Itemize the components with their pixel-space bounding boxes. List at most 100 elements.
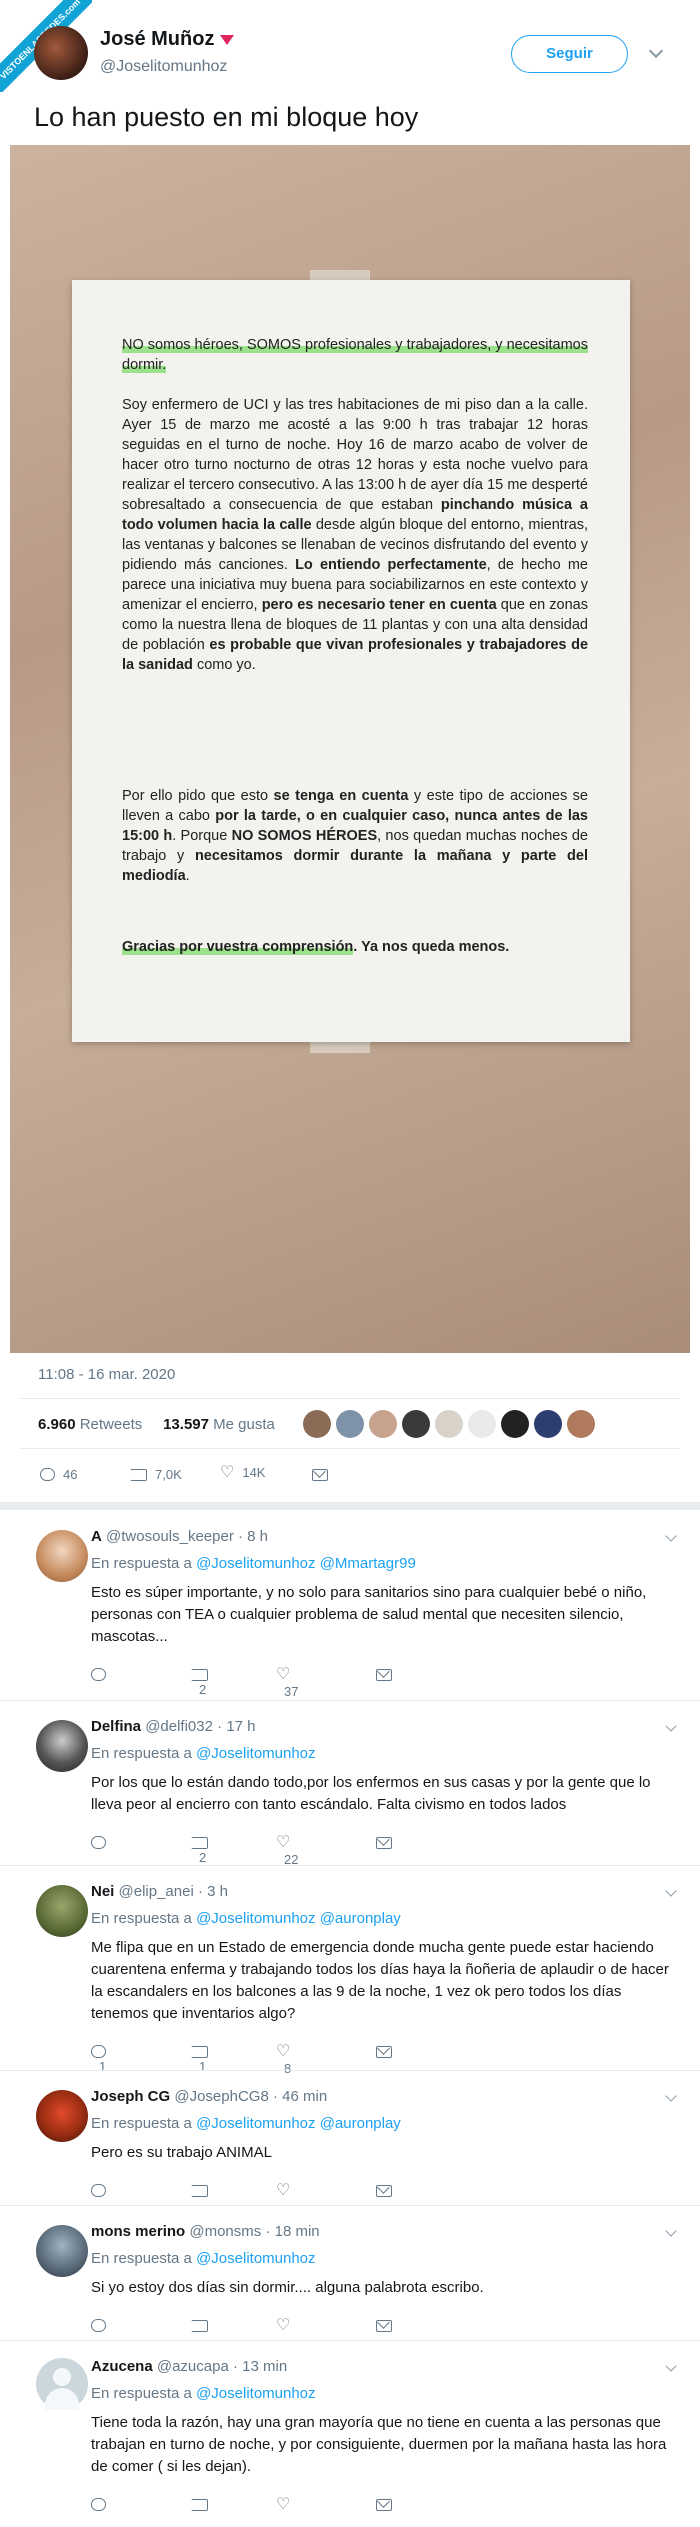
mention-link[interactable]: @Joselitomunhoz @auronplay — [196, 1910, 401, 1927]
retweet-icon[interactable] — [191, 2182, 208, 2197]
reply-to: En respuesta a @Joselitomunhoz @Mmartagr… — [91, 1555, 416, 1572]
heart-icon[interactable]: ♡22 — [276, 1834, 298, 1867]
avatar[interactable] — [36, 1720, 88, 1772]
letter-p3: Por ello pido que esto se tenga en cuent… — [122, 788, 588, 884]
avatar[interactable] — [534, 1410, 562, 1438]
heart-icon[interactable]: ♡ — [276, 2317, 290, 2334]
heart-icon: ♡ — [220, 1463, 235, 1481]
author-handle[interactable]: @Joselitomunhoz — [100, 58, 227, 76]
avatar[interactable] — [336, 1410, 364, 1438]
heart-icon[interactable]: ♡ — [276, 2496, 290, 2513]
reply-author[interactable]: mons merino @monsms · 18 min — [91, 2223, 320, 2240]
letter-p2: Soy enfermero de UCI y las tres habitaci… — [122, 397, 589, 673]
reply-icon[interactable] — [91, 2182, 106, 2198]
reply-text: Por los que lo están dando todo,por los … — [91, 1774, 651, 1813]
mention-link[interactable]: @Joselitomunhoz — [196, 2385, 315, 2402]
chevron-down-icon[interactable] — [665, 1885, 677, 1897]
retweet-icon — [130, 1468, 147, 1481]
reply-icon[interactable] — [91, 2496, 106, 2512]
tweet-photo[interactable]: NO somos héroes, SOMOS profesionales y t… — [10, 145, 690, 1353]
reply-text: Tiene toda la razón, hay una gran mayorí… — [91, 2414, 667, 2475]
letter-p1: NO somos héroes, SOMOS profesionales y t… — [122, 337, 588, 373]
default-avatar-head — [53, 2368, 71, 2386]
heart-icon[interactable]: ♡ — [276, 2182, 290, 2199]
reply-author[interactable]: Joseph CG @JosephCG8 · 46 min — [91, 2088, 327, 2105]
mail-icon[interactable] — [376, 2043, 392, 2058]
section-divider — [0, 1502, 700, 1510]
avatar[interactable] — [36, 2225, 88, 2277]
avatar[interactable] — [36, 1530, 88, 1582]
dm-action[interactable] — [312, 1466, 328, 1481]
reply-icon[interactable] — [91, 1834, 106, 1864]
retweet-icon[interactable]: 2 — [191, 1666, 208, 1697]
mention-link[interactable]: @Joselitomunhoz @Mmartagr99 — [196, 1555, 416, 1572]
avatar[interactable] — [435, 1410, 463, 1438]
heart-icon[interactable]: ♡37 — [276, 1666, 298, 1699]
follow-button[interactable]: Seguir — [511, 35, 628, 73]
reply-icon[interactable] — [91, 1666, 106, 1696]
mention-link[interactable]: @Joselitomunhoz — [196, 2250, 315, 2267]
chevron-down-icon[interactable] — [648, 43, 664, 59]
tweet-header: VISTOENLASREDES.com José Muñoz @Joselito… — [0, 0, 700, 95]
reply-icon — [40, 1468, 55, 1482]
divider — [0, 1700, 700, 1701]
tweet-stats: 6.960 Retweets 13.597 Me gusta — [38, 1416, 275, 1433]
avatar[interactable] — [36, 2090, 88, 2142]
avatar[interactable] — [34, 26, 88, 80]
tweet-timestamp[interactable]: 11:08 - 16 mar. 2020 — [38, 1366, 175, 1383]
divider — [20, 1448, 680, 1449]
author-name[interactable]: José Muñoz — [100, 28, 235, 51]
divider — [0, 2070, 700, 2071]
reply-author[interactable]: Azucena @azucapa · 13 min — [91, 2358, 287, 2375]
like-action[interactable]: ♡ 14K — [220, 1464, 265, 1481]
avatar[interactable] — [501, 1410, 529, 1438]
reply-text: Me flipa que en un Estado de emergencia … — [91, 1939, 669, 2022]
like-count[interactable]: 13.597 Me gusta — [163, 1416, 275, 1433]
mail-icon[interactable] — [376, 1666, 392, 1681]
avatar[interactable] — [303, 1410, 331, 1438]
reply-author[interactable]: A @twosouls_keeper · 8 h — [91, 1528, 268, 1545]
reply-icon[interactable] — [91, 2317, 106, 2333]
avatar[interactable] — [369, 1410, 397, 1438]
letter-p4: Gracias por vuestra comprensión. Ya nos … — [122, 939, 510, 955]
reply-to: En respuesta a @Joselitomunhoz — [91, 2250, 316, 2267]
reply-to: En respuesta a @Joselitomunhoz — [91, 1745, 316, 1762]
divider — [20, 1398, 680, 1399]
chevron-down-icon[interactable] — [665, 1720, 677, 1732]
reply-author[interactable]: Nei @elip_anei · 3 h — [91, 1883, 228, 1900]
retweet-icon[interactable] — [191, 2317, 208, 2332]
mention-link[interactable]: @Joselitomunhoz — [196, 1745, 315, 1762]
reply-to: En respuesta a @Joselitomunhoz — [91, 2385, 316, 2402]
chevron-down-icon[interactable] — [665, 1530, 677, 1542]
mail-icon — [312, 1468, 328, 1481]
chevron-down-icon[interactable] — [665, 2225, 677, 2237]
flag-icon — [220, 34, 235, 45]
avatar[interactable] — [36, 2358, 88, 2410]
mail-icon[interactable] — [376, 2317, 392, 2332]
retweet-action[interactable]: 7,0K — [130, 1466, 182, 1482]
reply-to: En respuesta a @Joselitomunhoz @auronpla… — [91, 1910, 401, 1927]
reply-text: Si yo estoy dos días sin dormir.... algu… — [91, 2279, 484, 2296]
reply-to: En respuesta a @Joselitomunhoz @auronpla… — [91, 2115, 401, 2132]
author-name-text[interactable]: José Muñoz — [100, 28, 214, 50]
avatar[interactable] — [36, 1885, 88, 1937]
avatar[interactable] — [468, 1410, 496, 1438]
mention-link[interactable]: @Joselitomunhoz @auronplay — [196, 2115, 401, 2132]
mail-icon[interactable] — [376, 1834, 392, 1849]
divider — [0, 2340, 700, 2341]
reply-action[interactable]: 46 — [40, 1466, 77, 1482]
retweet-icon[interactable] — [191, 2496, 208, 2511]
avatar[interactable] — [567, 1410, 595, 1438]
chevron-down-icon[interactable] — [665, 2360, 677, 2372]
retweet-count[interactable]: 6.960 Retweets — [38, 1416, 142, 1433]
letter-paper: NO somos héroes, SOMOS profesionales y t… — [72, 280, 630, 1042]
reply-author[interactable]: Delfina @delfi032 · 17 h — [91, 1718, 256, 1735]
mail-icon[interactable] — [376, 2182, 392, 2197]
avatar[interactable] — [402, 1410, 430, 1438]
default-avatar-body — [45, 2388, 79, 2410]
mail-icon[interactable] — [376, 2496, 392, 2511]
retweet-icon[interactable]: 2 — [191, 1834, 208, 1865]
chevron-down-icon[interactable] — [665, 2090, 677, 2102]
reply-text: Esto es súper importante, y no solo para… — [91, 1584, 647, 1645]
tweet-text: Lo han puesto en mi bloque hoy — [34, 102, 419, 132]
